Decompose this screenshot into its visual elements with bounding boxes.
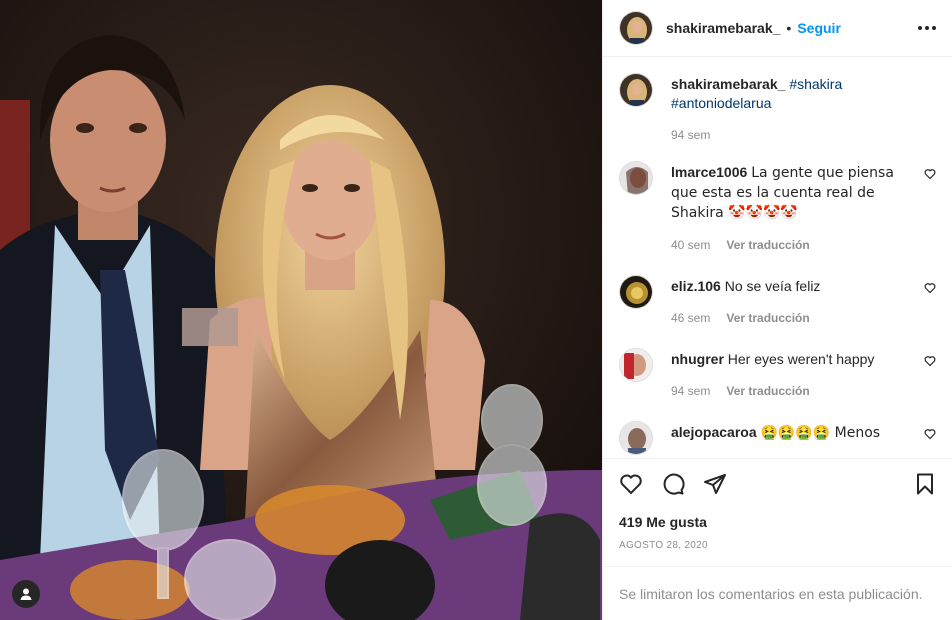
comments-list[interactable]: shakiramebarak_ #shakira #antoniodelarua… xyxy=(603,57,952,458)
comment-username[interactable]: alejopacaroa xyxy=(671,424,757,440)
action-icons xyxy=(619,459,937,511)
hashtag-link[interactable]: #shakira xyxy=(789,76,842,92)
avatar[interactable] xyxy=(619,348,653,382)
comment-username[interactable]: eliz.106 xyxy=(671,278,721,294)
post-caption: shakiramebarak_ #shakira #antoniodelarua… xyxy=(619,73,936,145)
comment-username[interactable]: nhugrer xyxy=(671,351,724,367)
comments-disabled-notice: Se limitaron los comentarios en esta pub… xyxy=(603,566,952,620)
comment-time[interactable]: 94 sem xyxy=(671,382,710,401)
list-item: eliz.106 No se veía feliz 46 sem Ver tra… xyxy=(619,275,936,328)
comment-text: Her eyes weren't happy xyxy=(727,351,875,367)
comment-time[interactable]: 46 sem xyxy=(671,309,710,328)
heart-icon[interactable] xyxy=(619,472,643,499)
post-actions: 419 Me gusta AGOSTO 28, 2020 xyxy=(603,458,952,551)
post-header: shakiramebarak_ • Seguir xyxy=(603,0,952,57)
comment-username[interactable]: lmarce1006 xyxy=(671,164,747,180)
translate-button[interactable]: Ver traducción xyxy=(726,309,809,328)
paper-plane-icon[interactable] xyxy=(703,472,727,499)
comment-time[interactable]: 40 sem xyxy=(671,236,710,255)
list-item: alejopacaroa 🤮🤮🤮🤮 Menos xyxy=(619,421,936,455)
post-photo[interactable] xyxy=(0,0,602,620)
post-date[interactable]: AGOSTO 28, 2020 xyxy=(619,540,937,551)
translate-button[interactable]: Ver traducción xyxy=(726,382,809,401)
more-options-icon[interactable] xyxy=(918,26,936,30)
person-icon[interactable] xyxy=(12,580,40,608)
bookmark-icon[interactable] xyxy=(913,472,937,499)
list-item: lmarce1006 La gente que piensa que esta … xyxy=(619,161,936,255)
separator-dot: • xyxy=(786,20,792,36)
avatar[interactable] xyxy=(619,421,653,455)
hashtag-link[interactable]: #antoniodelarua xyxy=(671,95,771,111)
follow-button[interactable]: Seguir xyxy=(797,20,841,36)
instagram-post: shakiramebarak_ • Seguir shakiramebarak_… xyxy=(0,0,952,620)
avatar[interactable] xyxy=(619,11,653,45)
caption-time[interactable]: 94 sem xyxy=(671,126,710,145)
heart-icon[interactable] xyxy=(924,281,936,297)
header-username[interactable]: shakiramebarak_ xyxy=(666,20,780,36)
comment-icon[interactable] xyxy=(661,472,685,499)
comment-text: 🤮🤮🤮🤮 Menos xyxy=(760,425,881,441)
avatar[interactable] xyxy=(619,73,653,107)
avatar[interactable] xyxy=(619,275,653,309)
heart-icon[interactable] xyxy=(924,167,936,183)
avatar[interactable] xyxy=(619,161,653,195)
post-side-panel: shakiramebarak_ • Seguir shakiramebarak_… xyxy=(602,0,952,620)
caption-username[interactable]: shakiramebarak_ xyxy=(671,76,785,92)
heart-icon[interactable] xyxy=(924,354,936,370)
heart-icon[interactable] xyxy=(924,427,936,443)
photo-illustration xyxy=(0,0,602,620)
translate-button[interactable]: Ver traducción xyxy=(726,236,809,255)
list-item: nhugrer Her eyes weren't happy 94 sem Ve… xyxy=(619,348,936,401)
likes-count[interactable]: 419 Me gusta xyxy=(619,514,937,530)
comment-text: No se veía feliz xyxy=(724,278,821,294)
